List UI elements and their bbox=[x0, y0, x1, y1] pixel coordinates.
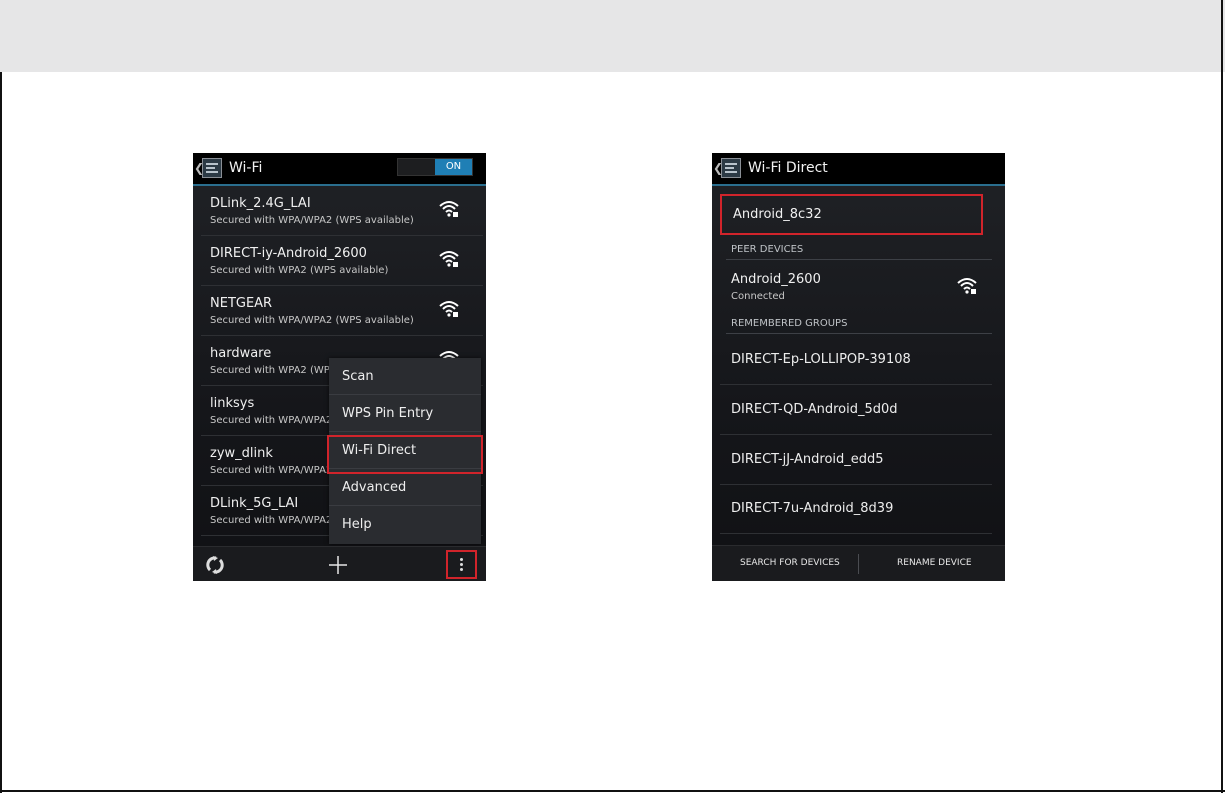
bottom-action-bar bbox=[193, 546, 486, 581]
menu-item-label: Scan bbox=[342, 369, 374, 384]
network-security: Secured with WPA/WPA2 bbox=[210, 515, 333, 526]
wifi-direct-highlight-box bbox=[327, 435, 483, 474]
remembered-groups-header: REMEMBERED GROUPS bbox=[731, 318, 848, 329]
frame-bottom-border bbox=[0, 790, 1225, 792]
action-bar: ❮ Wi-Fi ON bbox=[193, 153, 486, 184]
frame-left-border bbox=[0, 72, 2, 793]
section-divider bbox=[726, 333, 992, 334]
wifi-settings-screen: ❮ Wi-Fi ON DLink_2.4G_LAI Secured with W… bbox=[193, 153, 486, 581]
rename-device-button[interactable]: RENAME DEVICE bbox=[897, 558, 972, 569]
wifi-lock-icon bbox=[439, 301, 459, 317]
network-security: Secured with WPA/WPA2 bbox=[210, 465, 333, 476]
remembered-group-item[interactable]: DIRECT-jJ-Android_edd5 bbox=[720, 435, 992, 485]
group-name: DIRECT-QD-Android_5d0d bbox=[731, 402, 898, 417]
group-name: DIRECT-7u-Android_8d39 bbox=[731, 501, 894, 516]
network-security: Secured with WPA/WPA2 bbox=[210, 415, 333, 426]
remembered-group-item[interactable]: DIRECT-7u-Android_8d39 bbox=[720, 484, 992, 534]
wifi-toggle[interactable]: ON bbox=[397, 158, 473, 176]
overflow-menu-button[interactable] bbox=[446, 550, 477, 579]
network-security: Secured with WPA2 (WPS bbox=[210, 365, 337, 376]
group-name: DIRECT-jJ-Android_edd5 bbox=[731, 452, 884, 467]
toggle-on-label: ON bbox=[435, 159, 472, 175]
top-band bbox=[0, 0, 1225, 72]
menu-item-label: WPS Pin Entry bbox=[342, 406, 434, 421]
network-item[interactable]: NETGEAR Secured with WPA/WPA2 (WPS avail… bbox=[201, 286, 483, 336]
menu-item-wps-pin-entry[interactable]: WPS Pin Entry bbox=[329, 395, 481, 432]
action-bar: ❮ Wi-Fi Direct bbox=[712, 153, 1005, 184]
this-device[interactable]: Android_8c32 bbox=[720, 194, 983, 235]
network-name: DLink_5G_LAI bbox=[210, 496, 299, 511]
network-security: Secured with WPA2 (WPS available) bbox=[210, 265, 389, 276]
remembered-group-item[interactable]: DIRECT-QD-Android_5d0d bbox=[720, 385, 992, 435]
bottom-action-bar: SEARCH FOR DEVICES RENAME DEVICE bbox=[712, 545, 1005, 581]
menu-item-help[interactable]: Help bbox=[329, 506, 481, 543]
add-network-icon[interactable] bbox=[328, 555, 348, 575]
network-name: DIRECT-iy-Android_2600 bbox=[210, 246, 367, 261]
remembered-group-item[interactable]: DIRECT-Ep-LOLLIPOP-39108 bbox=[720, 335, 992, 385]
network-item[interactable]: DIRECT-iy-Android_2600 Secured with WPA2… bbox=[201, 236, 483, 286]
settings-app-icon[interactable] bbox=[202, 158, 222, 178]
wps-refresh-icon[interactable] bbox=[204, 554, 226, 576]
wifi-lock-icon bbox=[957, 278, 977, 294]
peer-status: Connected bbox=[731, 291, 785, 302]
network-name: zyw_dlink bbox=[210, 446, 273, 461]
network-name: linksys bbox=[210, 396, 255, 411]
wifi-direct-screen: ❮ Wi-Fi Direct Android_8c32 PEER DEVICES… bbox=[712, 153, 1005, 581]
group-name: DIRECT-Ep-LOLLIPOP-39108 bbox=[731, 352, 911, 367]
network-item[interactable]: DLink_2.4G_LAI Secured with WPA/WPA2 (WP… bbox=[201, 186, 483, 236]
button-divider bbox=[858, 554, 859, 574]
network-security: Secured with WPA/WPA2 (WPS available) bbox=[210, 315, 414, 326]
screen-title: Wi-Fi bbox=[229, 160, 263, 176]
settings-app-icon[interactable] bbox=[721, 158, 741, 178]
search-for-devices-button[interactable]: SEARCH FOR DEVICES bbox=[740, 558, 840, 569]
peer-name: Android_2600 bbox=[731, 272, 821, 287]
frame-right-border bbox=[1221, 0, 1223, 793]
menu-item-scan[interactable]: Scan bbox=[329, 358, 481, 395]
menu-item-label: Help bbox=[342, 517, 372, 532]
network-name: NETGEAR bbox=[210, 296, 273, 311]
device-name: Android_8c32 bbox=[733, 207, 822, 222]
screen-title: Wi-Fi Direct bbox=[748, 160, 828, 176]
network-security: Secured with WPA/WPA2 (WPS available) bbox=[210, 215, 414, 226]
section-divider bbox=[726, 259, 992, 260]
wifi-lock-icon bbox=[439, 201, 459, 217]
network-name: DLink_2.4G_LAI bbox=[210, 196, 311, 211]
menu-item-label: Advanced bbox=[342, 480, 407, 495]
network-name: hardware bbox=[210, 346, 272, 361]
wifi-lock-icon bbox=[439, 251, 459, 267]
peer-devices-header: PEER DEVICES bbox=[731, 244, 804, 255]
action-bar-divider bbox=[712, 184, 1005, 186]
menu-item-advanced[interactable]: Advanced bbox=[329, 469, 481, 506]
